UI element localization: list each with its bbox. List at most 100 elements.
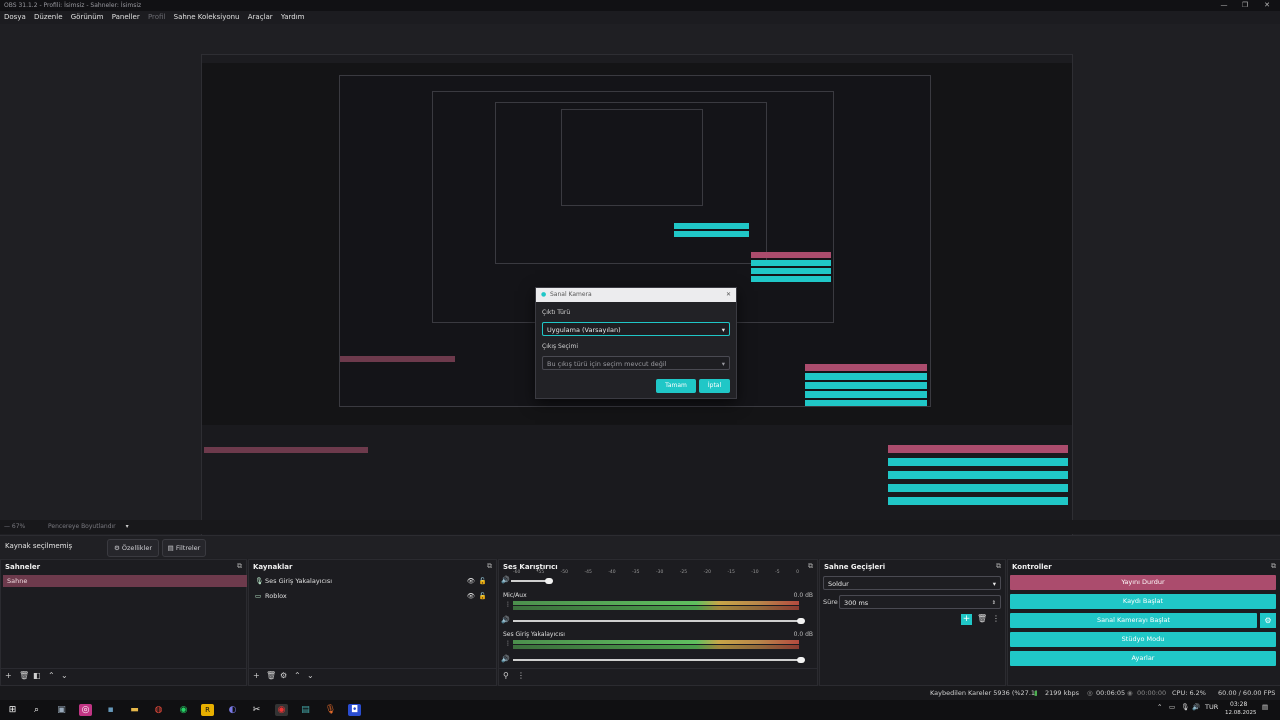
search-icon[interactable]: ⌕ (30, 704, 43, 716)
cancel-button[interactable]: İptal (699, 379, 730, 393)
start-virtual-camera-button[interactable]: Sanal Kamerayı Başlat (1010, 613, 1257, 628)
nested-teal (805, 382, 927, 389)
undock-icon[interactable]: ⧉ (1271, 562, 1276, 571)
undock-icon[interactable]: ⧉ (996, 562, 1001, 571)
menu-help[interactable]: Yardım (281, 11, 305, 24)
eye-icon[interactable]: 👁 (467, 589, 475, 603)
move-down-icon[interactable]: ⌄ (307, 671, 314, 680)
move-up-icon[interactable]: ⌃ (48, 671, 55, 680)
scale-mode-dropdown[interactable]: Pencereye Boyutlandır ▾ (48, 520, 129, 534)
app-icon[interactable]: ▪ (104, 704, 117, 716)
add-transition-button[interactable]: + (961, 614, 972, 625)
channel-db: 0.0 dB (793, 592, 813, 599)
obs-icon[interactable]: ◉ (275, 704, 288, 716)
channel-volume-knob[interactable] (797, 618, 805, 624)
speaker-icon[interactable]: 🔊 (501, 576, 510, 584)
task-view-icon[interactable]: ▣ (55, 704, 68, 716)
virtual-camera-settings-button[interactable]: ⚙ (1260, 613, 1276, 628)
zoom-control[interactable]: — 67% (4, 520, 25, 534)
file-explorer-icon[interactable]: ▬ (128, 704, 141, 716)
chrome-icon[interactable]: ◍ (152, 704, 165, 716)
clock-date[interactable]: 12.08.2025 (1225, 710, 1257, 716)
close-button[interactable]: ✕ (1258, 0, 1276, 11)
menu-docks[interactable]: Paneller (112, 11, 140, 24)
channel-volume-slider[interactable] (513, 659, 803, 661)
dialog-titlebar: ● Sanal Kamera ✕ (536, 288, 736, 302)
dialog-close-icon[interactable]: ✕ (726, 288, 731, 302)
channel-volume-knob[interactable] (797, 657, 805, 663)
nested-teal (888, 497, 1068, 505)
source-item[interactable]: ▭ Roblox 👁 🔓 (255, 589, 487, 603)
maximize-button[interactable]: ❐ (1236, 0, 1254, 11)
mic-icon[interactable]: 🎙 (1181, 703, 1189, 711)
duration-input[interactable]: 300 ms ⇕ (839, 595, 1001, 609)
trash-icon[interactable]: 🗑 (19, 671, 29, 680)
lock-icon[interactable]: 🔓 (479, 589, 487, 603)
output-type-select[interactable]: Uygulama (Varsayılan) ▾ (542, 322, 730, 336)
stop-stream-button[interactable]: Yayını Durdur (1010, 575, 1276, 590)
microphone-app-icon[interactable]: 🎙 (324, 704, 337, 716)
ok-button[interactable]: Tamam (656, 379, 696, 393)
capcut-icon[interactable]: ✂ (250, 704, 263, 716)
properties-button[interactable]: ⚙ Özellikler (107, 539, 159, 557)
app-icon[interactable]: ▤ (299, 704, 312, 716)
menu-scene-collection[interactable]: Sahne Koleksiyonu (174, 11, 240, 24)
add-icon[interactable]: + (5, 671, 12, 680)
mixer-scale: -60 -55 -50 -45 -40 -35 -30 -25 -20 -15 -10 -5 0 (513, 570, 799, 576)
undock-icon[interactable]: ⧉ (237, 562, 242, 571)
start-recording-button[interactable]: Kaydı Başlat (1010, 594, 1276, 609)
record-time: 00:00:00 (1137, 689, 1167, 697)
trash-icon[interactable]: 🗑 (977, 614, 987, 623)
transition-select[interactable]: Soldur ▾ (823, 576, 1001, 590)
speaker-icon[interactable]: 🔊 (501, 655, 510, 663)
discord-icon[interactable]: ◐ (226, 704, 239, 716)
filter-icon[interactable]: ◧ (33, 671, 41, 680)
menu-edit[interactable]: Düzenle (34, 11, 63, 24)
gear-icon[interactable]: ⚙ (280, 671, 287, 680)
menu-file[interactable]: Dosya (4, 11, 26, 24)
add-icon[interactable]: + (253, 671, 260, 680)
lock-icon[interactable]: 🔓 (479, 574, 487, 588)
source-item[interactable]: 🎙 Ses Giriş Yakalayıcısı 👁 🔓 (255, 574, 487, 588)
app-icon[interactable]: R (201, 704, 214, 716)
undock-icon[interactable]: ⧉ (808, 562, 813, 571)
notification-icon[interactable]: ▤ (1262, 703, 1268, 711)
app-icon[interactable]: ◘ (348, 704, 361, 716)
more-options-icon[interactable]: ⋮ (505, 601, 511, 608)
speaker-icon[interactable]: 🔊 (501, 616, 510, 624)
whatsapp-icon[interactable]: ◉ (177, 704, 190, 716)
tray-chevron-icon[interactable]: ⌃ (1157, 703, 1162, 711)
volume-icon[interactable]: 🔊 (1192, 703, 1200, 711)
menu-profile[interactable]: Profil (148, 11, 165, 24)
menu-view[interactable]: Görünüm (71, 11, 104, 24)
scene-item[interactable]: Sahne (3, 575, 247, 587)
clock-time[interactable]: 03:28 (1230, 701, 1247, 708)
preview-area[interactable] (0, 24, 1280, 546)
dialog-title: Sanal Kamera (550, 291, 592, 298)
trash-icon[interactable]: 🗑 (266, 671, 276, 680)
more-options-icon[interactable]: ⋮ (505, 640, 511, 647)
link-icon[interactable]: ⚲ (503, 671, 509, 680)
network-icon[interactable]: ▭ (1169, 703, 1175, 711)
menu-tools[interactable]: Araçlar (248, 11, 273, 24)
more-options-icon[interactable]: ⋮ (992, 614, 1000, 623)
instagram-icon[interactable]: ◎ (79, 704, 92, 716)
settings-button[interactable]: Ayarlar (1010, 651, 1276, 666)
input-language[interactable]: TUR (1205, 703, 1218, 711)
master-volume-knob[interactable] (545, 578, 553, 584)
output-selection-select[interactable]: Bu çıkış türü için seçim mevcut değil ▾ (542, 356, 730, 370)
eye-icon[interactable]: 👁 (467, 574, 475, 588)
move-down-icon[interactable]: ⌄ (61, 671, 68, 680)
windows-start-icon[interactable]: ⊞ (6, 704, 19, 716)
minimize-button[interactable]: — (1215, 0, 1233, 11)
channel-volume-slider[interactable] (513, 620, 803, 622)
studio-mode-button[interactable]: Stüdyo Modu (1010, 632, 1276, 647)
master-volume-slider[interactable] (511, 580, 549, 582)
tick-label: -30 (655, 570, 664, 575)
undock-icon[interactable]: ⧉ (487, 562, 492, 571)
stepper-icon[interactable]: ⇕ (992, 596, 996, 610)
more-options-icon[interactable]: ⋮ (517, 671, 525, 680)
transitions-title: Sahne Geçişleri (824, 563, 886, 571)
filters-button[interactable]: ▤ Filtreler (162, 539, 206, 557)
move-up-icon[interactable]: ⌃ (294, 671, 301, 680)
